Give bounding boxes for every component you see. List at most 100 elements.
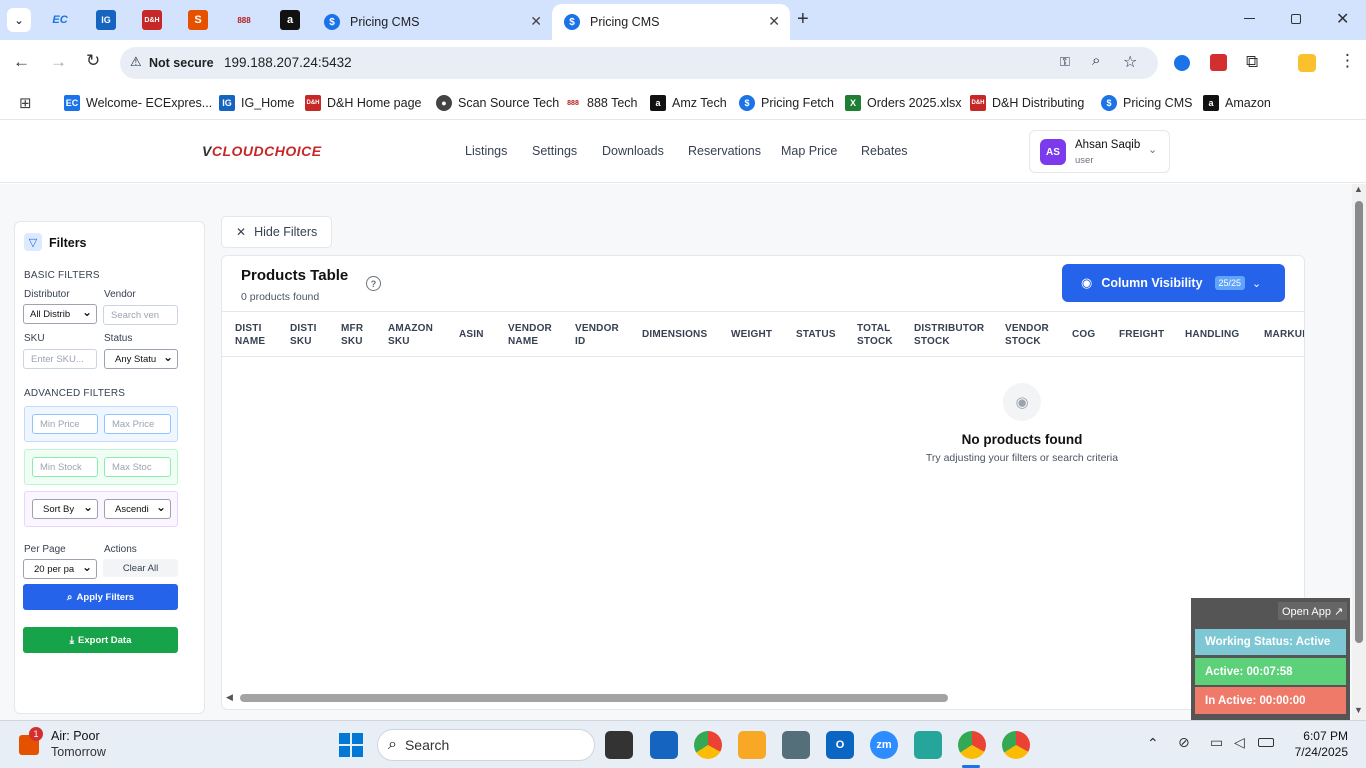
pinned-tab-ec[interactable]: EC <box>50 10 70 30</box>
col-vendor-stock[interactable]: VENDOR STOCK <box>1005 322 1049 348</box>
clock-time[interactable]: 6:07 PM <box>1286 729 1348 743</box>
bookmark-pricing-fetch[interactable]: $ Pricing Fetch <box>739 93 834 113</box>
per-page-select[interactable]: 20 per pa <box>23 559 97 579</box>
zoom-icon[interactable]: zm <box>870 731 898 759</box>
maximize-icon[interactable] <box>1291 14 1301 24</box>
taskbar-search[interactable]: ⌕ Search <box>377 729 595 761</box>
tab-pricing-cms-1[interactable]: $ Pricing CMS ✕ <box>312 4 552 40</box>
extension-icon-2[interactable] <box>1210 54 1227 71</box>
column-visibility-button[interactable]: ◉ Column Visibility 25/25 ⌄ <box>1062 264 1285 302</box>
outlook-icon[interactable]: O <box>826 731 854 759</box>
col-cog[interactable]: COG <box>1072 328 1095 341</box>
col-disti-name[interactable]: DISTI NAME <box>235 322 265 348</box>
nav-rebates[interactable]: Rebates <box>861 144 908 158</box>
nav-listings[interactable]: Listings <box>465 144 507 158</box>
export-data-button[interactable]: ⤓ Export Data <box>23 627 178 653</box>
clock-date[interactable]: 7/24/2025 <box>1276 745 1348 759</box>
max-stock-input[interactable]: Max Stoc <box>104 457 171 477</box>
calculator-icon[interactable] <box>782 731 810 759</box>
col-freight[interactable]: FREIGHT <box>1119 328 1164 341</box>
col-vendor-name[interactable]: VENDOR NAME <box>508 322 552 348</box>
col-handling[interactable]: HANDLING <box>1185 328 1239 341</box>
col-markup[interactable]: MARKUP <box>1264 328 1304 341</box>
close-icon[interactable]: ✕ <box>768 13 780 30</box>
pinned-tab-dh[interactable]: D&H <box>142 10 162 30</box>
extension-icon-1[interactable] <box>1174 55 1190 71</box>
chrome-profile-icon[interactable] <box>958 731 986 759</box>
nav-settings[interactable]: Settings <box>532 144 577 158</box>
col-amazon-sku[interactable]: AMAZON SKU <box>388 322 433 348</box>
chrome-icon[interactable] <box>694 731 722 759</box>
profile-icon[interactable] <box>1298 54 1316 72</box>
user-menu[interactable]: AS Ahsan Saqib user ⌄ <box>1029 130 1170 173</box>
app-icon[interactable] <box>914 731 942 759</box>
security-label[interactable]: Not secure <box>149 56 214 70</box>
pinned-tab-s[interactable]: S <box>188 10 208 30</box>
page-scrollbar[interactable]: ▲ ▼ <box>1352 184 1366 720</box>
tab-pricing-cms-2[interactable]: $ Pricing CMS ✕ <box>552 4 790 40</box>
bookmark-amazon[interactable]: a Amazon <box>1203 93 1271 113</box>
apps-grid-icon[interactable]: ⊞ <box>19 94 32 112</box>
windows-start-icon[interactable] <box>339 733 363 757</box>
window-close-icon[interactable]: ✕ <box>1336 9 1349 29</box>
help-icon[interactable]: ? <box>366 276 381 291</box>
forward-icon[interactable]: → <box>50 52 67 72</box>
bookmark-scan-source[interactable]: ● Scan Source Tech <box>436 93 559 113</box>
col-dimensions[interactable]: DIMENSIONS <box>642 328 707 341</box>
url-text[interactable]: 199.188.207.24:5432 <box>224 55 352 70</box>
battery-icon[interactable] <box>1258 738 1274 747</box>
chrome-profile-2-icon[interactable] <box>1002 731 1030 759</box>
bookmark-ecexpress[interactable]: EC Welcome- ECExpres... <box>64 93 212 113</box>
logo[interactable]: VCLOUDCHOICE <box>202 143 322 159</box>
clear-all-button[interactable]: Clear All <box>103 559 178 577</box>
scroll-up-icon[interactable]: ▲ <box>1354 184 1363 194</box>
open-app-button[interactable]: Open App ↗ <box>1278 602 1348 620</box>
col-distributor-stock[interactable]: DISTRIBUTOR STOCK <box>914 322 984 348</box>
bookmark-dh-distributing[interactable]: D&H D&H Distributing <box>970 93 1084 113</box>
nav-reservations[interactable]: Reservations <box>688 144 761 158</box>
col-total-stock[interactable]: TOTAL STOCK <box>857 322 893 348</box>
display-icon[interactable]: ▭ <box>1210 734 1223 751</box>
bookmark-orders-xlsx[interactable]: X Orders 2025.xlsx <box>845 93 961 113</box>
apply-filters-button[interactable]: ⌕ Apply Filters <box>23 584 178 610</box>
bookmark-ig-home[interactable]: IG IG_Home <box>219 93 295 113</box>
extensions-puzzle-icon[interactable]: ⧉ <box>1246 52 1258 72</box>
bookmark-amz-tech[interactable]: a Amz Tech <box>650 93 727 113</box>
sort-order-select[interactable]: Ascendi <box>104 499 171 519</box>
pinned-tab-ig[interactable]: IG <box>96 10 116 30</box>
minimize-icon[interactable] <box>1244 18 1255 19</box>
star-icon[interactable]: ☆ <box>1123 52 1137 72</box>
key-icon[interactable]: ⚿ <box>1060 54 1070 70</box>
pinned-tab-amazon[interactable]: a <box>280 10 300 30</box>
vendor-search-input[interactable]: Search ven <box>103 305 178 325</box>
horizontal-scrollbar[interactable] <box>240 694 948 702</box>
weather-widget[interactable]: 1 Air: Poor Tomorrow <box>16 727 156 763</box>
col-weight[interactable]: WEIGHT <box>731 328 772 341</box>
store-icon[interactable] <box>650 731 678 759</box>
col-asin[interactable]: ASIN <box>459 328 484 341</box>
close-icon[interactable]: ✕ <box>530 13 542 30</box>
back-icon[interactable]: ← <box>13 52 30 72</box>
status-select[interactable]: Any Statu <box>104 349 178 369</box>
chevron-up-icon[interactable]: ⌃ <box>1147 735 1159 752</box>
scroll-down-icon[interactable]: ▼ <box>1354 705 1363 715</box>
task-view-icon[interactable] <box>605 731 633 759</box>
more-menu-icon[interactable]: ⋮ <box>1339 51 1356 71</box>
volume-icon[interactable]: ◁ <box>1234 734 1245 751</box>
zoom-icon[interactable]: ⌕ <box>1092 52 1100 69</box>
col-status[interactable]: STATUS <box>796 328 836 341</box>
min-price-input[interactable]: Min Price <box>32 414 98 434</box>
max-price-input[interactable]: Max Price <box>104 414 171 434</box>
col-disti-sku[interactable]: DISTI SKU <box>290 322 317 348</box>
bookmark-888-tech[interactable]: 888 888 Tech <box>565 93 637 113</box>
pinned-tab-888[interactable]: 888 <box>234 10 254 30</box>
omnibox[interactable]: ⚠ Not secure 199.188.207.24:5432 ⚿ ⌕ ☆ <box>120 47 1158 79</box>
distributor-select[interactable]: All Distrib <box>23 304 97 324</box>
file-explorer-icon[interactable] <box>738 731 766 759</box>
col-vendor-id[interactable]: VENDOR ID <box>575 322 619 348</box>
hide-filters-button[interactable]: ✕ Hide Filters <box>221 216 332 248</box>
horizontal-scroll-left-icon[interactable]: ◀ <box>226 692 233 703</box>
sku-input[interactable]: Enter SKU... <box>23 349 97 369</box>
new-tab-button[interactable]: + <box>797 8 809 31</box>
scroll-thumb[interactable] <box>1355 201 1363 643</box>
